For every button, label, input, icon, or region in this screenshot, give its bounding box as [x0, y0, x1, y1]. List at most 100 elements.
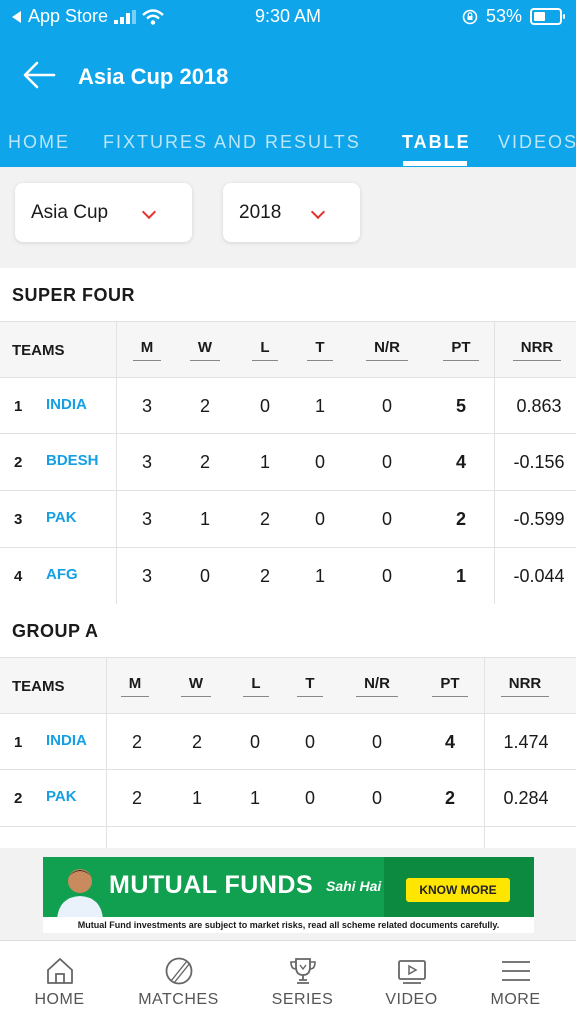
table-row[interactable]: 2 BDESH 3 2 1 0 0 4 -0.156: [0, 433, 576, 490]
team-link[interactable]: PAK: [46, 491, 77, 543]
table-row[interactable]: 4 AFG 3 0 2 1 0 1 -0.044: [0, 547, 576, 604]
tab-videos[interactable]: VIDEOS: [498, 132, 576, 153]
nav-more[interactable]: MORE: [458, 941, 573, 1025]
points-value: 4: [455, 451, 466, 472]
col-ties: T: [302, 322, 338, 378]
ad-banner[interactable]: MUTUAL FUNDS Sahi Hai KNOW MORE Mutual F…: [43, 857, 534, 933]
nrr-value: -0.599: [513, 508, 565, 529]
wins-value: 1: [191, 787, 202, 808]
table-row[interactable]: 1 INDIA 2 2 0 0 0 4 1.474: [0, 713, 576, 770]
nrr-value: 0.863: [516, 395, 562, 416]
ties-value: 0: [314, 508, 325, 529]
no-result-value: 0: [381, 565, 392, 586]
nav-video[interactable]: VIDEO: [354, 941, 469, 1025]
col-losses: L: [247, 322, 283, 378]
team-rank: 2: [14, 453, 23, 471]
col-wins: W: [178, 658, 214, 714]
tab-table[interactable]: TABLE: [402, 132, 471, 153]
battery-percent: 53%: [485, 6, 522, 26]
ties-value: 0: [304, 787, 315, 808]
wins-value: 0: [199, 565, 210, 586]
year-dropdown[interactable]: 2018: [223, 183, 360, 242]
losses-value: 2: [259, 565, 270, 586]
col-matches: M: [117, 658, 153, 714]
no-result-value: 0: [381, 451, 392, 472]
nav-matches[interactable]: MATCHES: [121, 941, 236, 1025]
points-value: 1: [455, 565, 466, 586]
matches-value: 3: [141, 508, 152, 529]
back-arrow-icon[interactable]: [22, 60, 56, 90]
losses-value: 0: [249, 731, 260, 752]
col-ties: T: [292, 658, 328, 714]
col-no-result: N/R: [348, 658, 406, 714]
wins-value: 1: [199, 508, 210, 529]
tournament-value: Asia Cup: [31, 201, 109, 223]
table-row-partial[interactable]: [0, 826, 576, 848]
app-header: App Store 9:30 AM 53% Asia Cup 2018 HOME…: [0, 0, 576, 167]
section-title: GROUP A: [12, 621, 99, 641]
wins-value: 2: [199, 395, 210, 416]
cricket-ball-icon: [165, 957, 192, 985]
col-points: PT: [427, 658, 473, 714]
wins-value: 2: [191, 731, 202, 752]
know-more-button[interactable]: KNOW MORE: [406, 878, 510, 902]
col-matches: M: [129, 322, 165, 378]
wins-value: 2: [199, 451, 210, 472]
column-divider: [494, 321, 495, 604]
home-icon: [46, 958, 73, 984]
tab-fixtures-and-results[interactable]: FIXTURES AND RESULTS: [103, 132, 361, 153]
ties-value: 1: [314, 395, 325, 416]
col-teams: TEAMS: [12, 341, 65, 359]
team-link[interactable]: INDIA: [46, 714, 87, 766]
trophy-icon: [289, 958, 316, 984]
losses-value: 0: [259, 395, 270, 416]
points-value: 4: [444, 731, 455, 752]
group-a-section: GROUP A TEAMS M W L T N/R PT NRR 1 INDIA…: [0, 604, 576, 848]
team-rank: 3: [14, 510, 23, 528]
col-wins: W: [187, 322, 223, 378]
table-row[interactable]: 3 PAK 3 1 2 0 0 2 -0.599: [0, 490, 576, 547]
team-rank: 4: [14, 567, 23, 585]
column-divider: [116, 321, 117, 604]
losses-value: 1: [259, 451, 270, 472]
active-tab-indicator: [403, 161, 467, 166]
matches-value: 2: [131, 787, 142, 808]
col-losses: L: [238, 658, 274, 714]
team-link[interactable]: AFG: [46, 548, 78, 600]
section-title: SUPER FOUR: [12, 285, 136, 305]
ties-value: 0: [304, 731, 315, 752]
column-divider: [484, 657, 485, 848]
no-result-value: 0: [371, 731, 382, 752]
title-bar: Asia Cup 2018: [0, 50, 576, 102]
menu-icon: [501, 961, 530, 981]
status-bar: App Store 9:30 AM 53%: [0, 0, 576, 34]
losses-value: 2: [259, 508, 270, 529]
nav-series[interactable]: SERIES: [245, 941, 360, 1025]
tournament-dropdown[interactable]: Asia Cup: [15, 183, 192, 242]
ties-value: 1: [314, 565, 325, 586]
matches-value: 3: [141, 565, 152, 586]
table-row[interactable]: 1 INDIA 3 2 0 1 0 5 0.863: [0, 377, 576, 434]
nav-label: HOME: [34, 991, 85, 1008]
table-row[interactable]: 2 PAK 2 1 1 0 0 2 0.284: [0, 769, 576, 826]
nav-home[interactable]: HOME: [2, 941, 117, 1025]
page-title: Asia Cup 2018: [78, 64, 229, 89]
col-nrr: NRR: [506, 322, 568, 378]
tab-home[interactable]: HOME: [8, 132, 70, 153]
filter-area: Asia Cup 2018: [0, 167, 576, 268]
matches-value: 3: [141, 395, 152, 416]
table-header-row: TEAMS M W L T N/R PT NRR: [0, 321, 576, 378]
table-header-row: TEAMS M W L T N/R PT NRR: [0, 657, 576, 714]
video-play-icon: [397, 960, 426, 984]
nav-label: VIDEO: [385, 991, 438, 1008]
ad-tagline: Sahi Hai: [326, 878, 382, 894]
team-link[interactable]: INDIA: [46, 378, 87, 430]
nav-label: MATCHES: [138, 991, 219, 1008]
nrr-value: -0.156: [513, 451, 565, 472]
team-link[interactable]: PAK: [46, 770, 77, 822]
nav-label: MORE: [490, 991, 541, 1008]
battery-icon: [530, 8, 565, 25]
team-link[interactable]: BDESH: [46, 434, 99, 486]
points-value: 2: [455, 508, 466, 529]
nrr-value: 0.284: [503, 787, 549, 808]
